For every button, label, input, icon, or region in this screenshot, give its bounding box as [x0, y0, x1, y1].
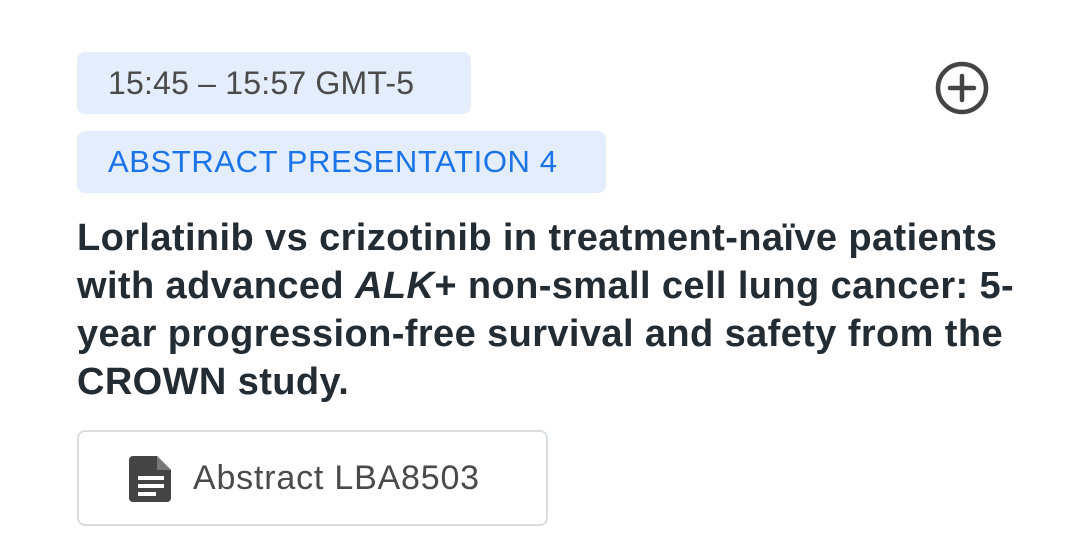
add-circle-icon	[935, 61, 989, 115]
presentation-title: Lorlatinib vs crizotinib in treatment-na…	[77, 214, 1037, 406]
description-icon	[125, 452, 177, 504]
time-range-text: 15:45 – 15:57 GMT-5	[108, 64, 415, 101]
abstract-label: Abstract LBA8503	[193, 458, 480, 497]
session-type-chip: ABSTRACT PRESENTATION 4	[77, 131, 606, 193]
session-type-text: ABSTRACT PRESENTATION 4	[108, 144, 558, 179]
time-range-chip: 15:45 – 15:57 GMT-5	[77, 52, 471, 114]
add-to-schedule-button[interactable]	[934, 60, 990, 116]
title-gene-name: ALK	[355, 265, 435, 307]
abstract-button[interactable]: Abstract LBA8503	[77, 430, 548, 526]
